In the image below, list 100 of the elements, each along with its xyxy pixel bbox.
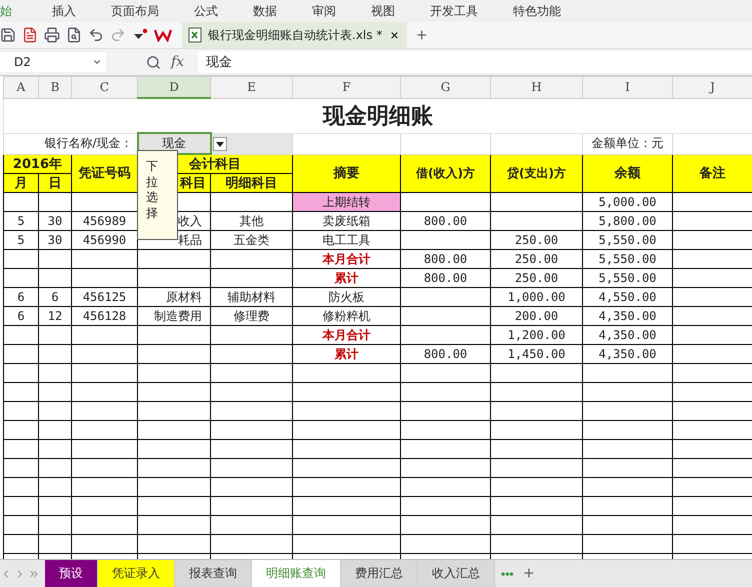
save-icon[interactable] bbox=[0, 27, 16, 43]
sheet-tab[interactable]: 预设 bbox=[45, 560, 98, 587]
table-cell: 辅助材料 bbox=[210, 288, 292, 306]
print-icon[interactable] bbox=[44, 27, 60, 43]
table-cell: 456128 bbox=[72, 306, 138, 326]
column-header[interactable]: G bbox=[400, 76, 490, 98]
table-cell: 卖废纸箱 bbox=[292, 212, 400, 230]
name-box[interactable]: D2 bbox=[0, 52, 106, 72]
menu-item[interactable]: 审阅 bbox=[312, 2, 336, 20]
table-cell: 五金类 bbox=[210, 230, 292, 250]
table-cell: 800.00 bbox=[400, 268, 490, 288]
table-cell: 456125 bbox=[72, 288, 138, 306]
table-cell: 30 bbox=[38, 212, 72, 230]
table-cell: 修理费 bbox=[210, 306, 292, 326]
table-cell: 修粉粹机 bbox=[292, 306, 400, 326]
table-cell: 800.00 bbox=[400, 250, 490, 268]
menu-item[interactable]: 视图 bbox=[371, 2, 395, 20]
column-heading: 摘要 bbox=[292, 154, 400, 192]
preview-icon[interactable] bbox=[66, 27, 82, 43]
column-header[interactable]: J bbox=[672, 76, 752, 98]
table-cell: 1,200.00 bbox=[490, 326, 582, 344]
table-cell: 250.00 bbox=[490, 268, 582, 288]
table-cell: 5 bbox=[4, 212, 38, 230]
column-header[interactable]: F bbox=[292, 76, 400, 98]
table-cell: 456990 bbox=[72, 230, 138, 250]
unit-label: 金额单位：元 bbox=[582, 133, 672, 154]
table-cell: 上期结转 bbox=[292, 192, 400, 212]
table-cell: 累计 bbox=[292, 268, 400, 288]
table-cell: 本月合计 bbox=[292, 326, 400, 344]
dropdown-button[interactable] bbox=[212, 137, 226, 151]
table-cell: 250.00 bbox=[490, 250, 582, 268]
column-heading: 备注 bbox=[672, 154, 752, 192]
column-heading: 借(收入)方 bbox=[400, 154, 490, 192]
column-header[interactable]: C bbox=[72, 76, 138, 98]
column-heading: 日 bbox=[38, 174, 72, 192]
pdf-icon[interactable] bbox=[22, 27, 38, 43]
table-cell: 电工工具 bbox=[292, 230, 400, 250]
sheet-tab[interactable]: 报表查询 bbox=[175, 560, 252, 587]
table-cell: 4,350.00 bbox=[582, 344, 672, 364]
table-cell: 原材料 bbox=[138, 288, 210, 306]
undo-icon[interactable] bbox=[88, 27, 104, 43]
menu-item[interactable]: 页面布局 bbox=[111, 2, 159, 20]
document-tab[interactable]: 银行现金明细账自动统计表.xls * × bbox=[182, 22, 407, 48]
table-cell: 1,000.00 bbox=[490, 288, 582, 306]
sheet-tab[interactable]: 凭证录入 bbox=[98, 560, 175, 587]
table-cell: 6 bbox=[38, 288, 72, 306]
table-cell: 800.00 bbox=[400, 344, 490, 364]
bank-label: 银行名称/现金： bbox=[4, 133, 138, 154]
table-cell: 4,350.00 bbox=[582, 326, 672, 344]
menu-item[interactable]: 公式 bbox=[194, 2, 218, 20]
column-heading: 余额 bbox=[582, 154, 672, 192]
column-heading: 贷(支出)方 bbox=[490, 154, 582, 192]
caret-icon bbox=[216, 142, 224, 146]
column-header[interactable]: B bbox=[38, 76, 72, 98]
sheet-tab[interactable]: 明细账查询 bbox=[252, 560, 341, 587]
table-cell: 800.00 bbox=[400, 212, 490, 230]
column-header[interactable]: A bbox=[4, 76, 38, 98]
zoom-icon[interactable] bbox=[146, 54, 161, 70]
table-cell: 防火板 bbox=[292, 288, 400, 306]
menu-item[interactable]: 数据 bbox=[253, 2, 277, 20]
table-cell: 其他 bbox=[210, 212, 292, 230]
column-header[interactable]: D bbox=[138, 76, 210, 98]
menu-item[interactable]: 特色功能 bbox=[513, 2, 561, 20]
logo-icon[interactable] bbox=[154, 28, 172, 42]
menu-item[interactable]: 开发工具 bbox=[430, 2, 478, 20]
table-cell: 30 bbox=[38, 230, 72, 250]
table-cell: 6 bbox=[4, 288, 38, 306]
column-heading: 明细科目 bbox=[210, 174, 292, 192]
column-header[interactable]: E bbox=[210, 76, 292, 98]
table-cell: 200.00 bbox=[490, 306, 582, 326]
document-title: 银行现金明细账自动统计表.xls * bbox=[208, 26, 382, 44]
table-cell: 4,350.00 bbox=[582, 306, 672, 326]
table-cell: 5,550.00 bbox=[582, 230, 672, 250]
menu-item[interactable]: 始 bbox=[0, 2, 12, 20]
table-cell: 5 bbox=[4, 230, 38, 250]
add-sheet-button[interactable]: + bbox=[520, 560, 538, 587]
sheet-tab[interactable]: 收入汇总 bbox=[418, 560, 495, 587]
table-cell: 1,450.00 bbox=[490, 344, 582, 364]
column-header[interactable]: I bbox=[582, 76, 672, 98]
table-cell: 5,800.00 bbox=[582, 212, 672, 230]
table-cell: 5,550.00 bbox=[582, 268, 672, 288]
column-heading: 月 bbox=[4, 174, 38, 192]
table-cell: 本月合计 bbox=[292, 250, 400, 268]
column-header[interactable]: H bbox=[490, 76, 582, 98]
table-cell: 6 bbox=[4, 306, 38, 326]
table-cell: 12 bbox=[38, 306, 72, 326]
menu-item[interactable]: 插入 bbox=[52, 2, 76, 20]
table-cell: 5,550.00 bbox=[582, 250, 672, 268]
spreadsheet-icon bbox=[188, 27, 202, 43]
close-button[interactable]: × bbox=[388, 27, 401, 43]
column-heading: 2016年 bbox=[4, 154, 72, 174]
formula-field[interactable]: 现金 bbox=[198, 51, 752, 73]
table-cell: 456989 bbox=[72, 212, 138, 230]
column-heading: 凭证号码 bbox=[72, 154, 138, 192]
hint-popup: 下拉选择 bbox=[137, 150, 178, 240]
function-button[interactable]: fx bbox=[171, 54, 184, 70]
table-cell: 制造费用 bbox=[138, 306, 210, 326]
table-cell: 250.00 bbox=[490, 230, 582, 250]
new-tab-button[interactable]: + bbox=[412, 24, 432, 46]
sheet-tab[interactable]: 费用汇总 bbox=[341, 560, 418, 587]
